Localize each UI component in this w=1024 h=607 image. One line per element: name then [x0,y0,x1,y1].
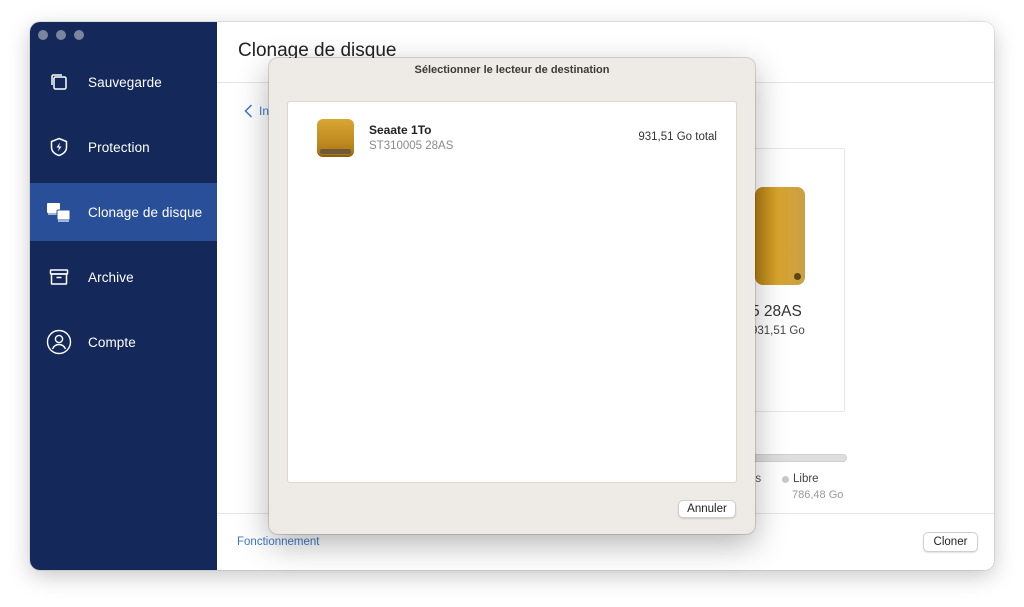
destination-drive-dialog: Sélectionner le lecteur de destination S… [269,58,755,534]
chevron-left-icon [244,104,253,118]
sidebar-item-label: Clonage de disque [88,204,203,220]
sidebar: Sauvegarde Protection Clonage de disque … [30,22,217,570]
legend-dot-icon [782,475,789,483]
sidebar-item-label: Archive [88,269,134,285]
source-drive-card[interactable] [749,148,845,412]
usage-bar [749,454,847,462]
how-it-works-link[interactable]: Fonctionnement [237,536,319,548]
close-window-button[interactable] [38,30,48,40]
list-item[interactable]: Seaate 1To ST310005 28AS 931,51 Go total [288,102,736,172]
legend-free: Libre [782,473,819,485]
window-controls [38,30,84,40]
drive-total-size: 931,51 Go total [638,131,717,143]
sidebar-item-label: Sauvegarde [88,74,162,90]
back-link[interactable]: In [244,104,269,118]
shield-bolt-icon [46,134,72,160]
sidebar-item-label: Protection [88,139,150,155]
drive-icon [755,187,805,285]
drive-name: Seaate 1To [369,123,432,137]
sidebar-item-clonage-de-disque[interactable]: Clonage de disque [30,183,217,241]
sidebar-item-compte[interactable]: Compte [30,313,217,371]
legend-free-value: 786,48 Go [792,489,844,501]
external-drive-icon [317,119,354,157]
sidebar-item-archive[interactable]: Archive [30,248,217,306]
drive-model: ST310005 28AS [369,140,454,152]
sidebar-item-sauvegarde[interactable]: Sauvegarde [30,53,217,111]
archive-box-icon [46,264,72,290]
drive-list: Seaate 1To ST310005 28AS 931,51 Go total [287,101,737,483]
back-link-label: In [259,104,270,118]
clone-button[interactable]: Cloner [923,532,978,552]
sidebar-item-label: Compte [88,334,136,350]
source-drive-name: 5 28AS [751,303,802,320]
sidebar-item-protection[interactable]: Protection [30,118,217,176]
copy-icon [46,69,72,95]
dialog-title: Sélectionner le lecteur de destination [414,64,610,76]
cancel-button[interactable]: Annuler [678,500,736,518]
user-circle-icon [46,329,72,355]
disk-clone-icon [46,199,72,225]
zoom-window-button[interactable] [74,30,84,40]
source-drive-size: 931,51 Go [751,325,805,337]
legend-free-label: Libre [793,473,819,485]
minimize-window-button[interactable] [56,30,66,40]
